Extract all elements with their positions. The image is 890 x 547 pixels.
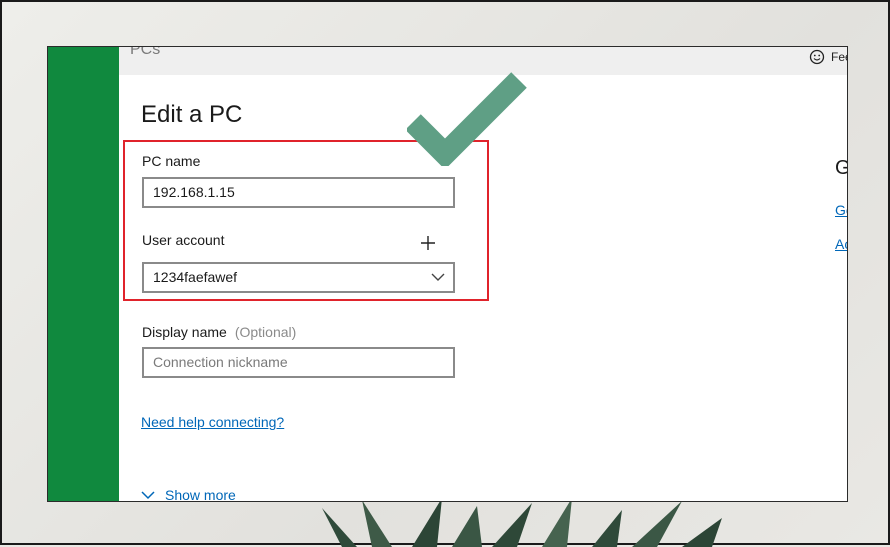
chevron-down-icon xyxy=(141,491,155,500)
right-panel-link-1[interactable]: Ge xyxy=(835,202,847,218)
plant-decoration xyxy=(322,498,722,547)
display-name-label: Display name (Optional) xyxy=(142,324,296,340)
feedback-button[interactable]: Feedback xyxy=(809,47,847,67)
optional-hint: (Optional) xyxy=(234,324,297,340)
show-more-toggle[interactable]: Show more xyxy=(141,487,236,502)
right-panel-link-2[interactable]: Ac xyxy=(835,236,847,252)
smiley-icon xyxy=(809,49,825,65)
pc-name-label: PC name xyxy=(142,153,201,169)
plus-icon[interactable] xyxy=(419,234,437,252)
section-title: PCs xyxy=(130,46,161,58)
user-account-label: User account xyxy=(142,232,225,248)
feedback-label: Feedback xyxy=(831,50,847,64)
display-name-input[interactable]: Connection nickname xyxy=(142,347,455,378)
chevron-down-icon xyxy=(431,273,445,281)
display-name-label-text: Display name xyxy=(142,324,227,340)
pc-name-input[interactable]: 192.168.1.15 xyxy=(142,177,455,208)
show-more-label: Show more xyxy=(165,487,236,502)
page-title: Edit a PC xyxy=(141,101,243,128)
screenshot-frame: PCs Feedback Edit a PC PC name 192.168.1… xyxy=(0,0,890,547)
right-panel-heading: G xyxy=(835,157,847,180)
checkmark-icon xyxy=(407,72,527,166)
help-connecting-link[interactable]: Need help connecting? xyxy=(141,414,284,430)
user-account-select[interactable]: 1234faefawef xyxy=(142,262,455,293)
user-account-value: 1234faefawef xyxy=(153,269,238,285)
sidebar xyxy=(48,47,119,501)
